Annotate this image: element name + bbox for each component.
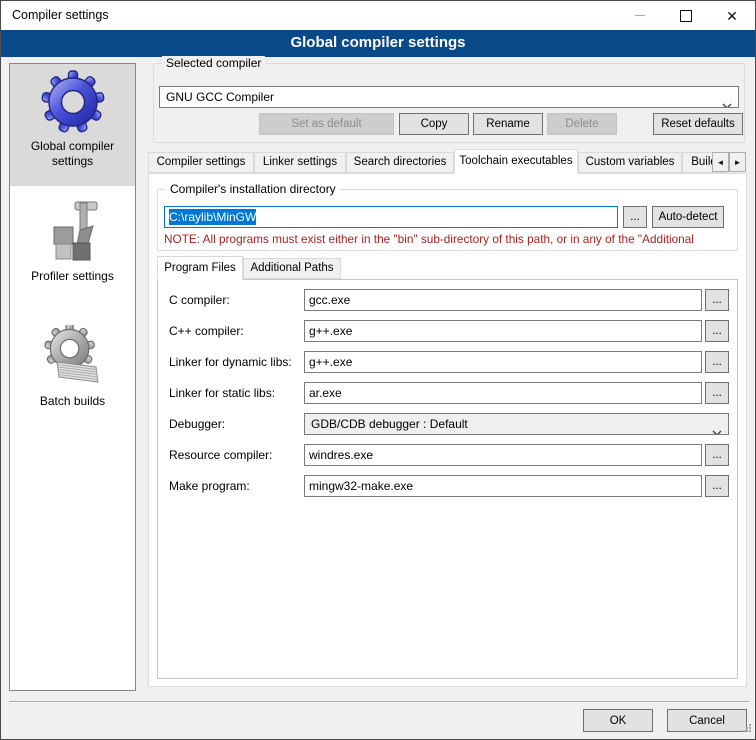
tab-toolchain-executables[interactable]: Toolchain executables	[454, 149, 578, 174]
linker-dynamic-browse-button[interactable]: ...	[705, 351, 729, 373]
close-icon: ✕	[726, 9, 738, 23]
chevron-down-icon	[722, 95, 732, 108]
blue-gear-icon	[41, 70, 105, 137]
make-program-input[interactable]	[304, 475, 702, 497]
sidebar-item-label: Global compiler settings	[10, 137, 135, 175]
cpp-compiler-input[interactable]	[304, 320, 702, 342]
chevron-down-icon	[712, 422, 722, 435]
sidebar-item-profiler-settings[interactable]: Profiler settings	[10, 194, 135, 304]
settings-category-list: Global compiler settings Profiler settin…	[9, 63, 136, 691]
debugger-dropdown[interactable]: GDB/CDB debugger : Default	[304, 413, 729, 435]
delete-button[interactable]: Delete	[547, 113, 617, 135]
maximize-icon	[680, 10, 692, 22]
tab-compiler-settings[interactable]: Compiler settings	[148, 152, 254, 173]
subtab-program-files[interactable]: Program Files	[157, 256, 243, 280]
title-bar[interactable]: Compiler settings ✕	[1, 1, 755, 30]
copy-button[interactable]: Copy	[399, 113, 469, 135]
cancel-button[interactable]: Cancel	[667, 709, 747, 732]
c-compiler-input[interactable]	[304, 289, 702, 311]
c-compiler-label: C compiler:	[169, 289, 230, 311]
rename-button[interactable]: Rename	[473, 113, 543, 135]
window-title: Compiler settings	[12, 1, 109, 30]
page-title: Global compiler settings	[1, 30, 755, 57]
resource-compiler-label: Resource compiler:	[169, 444, 272, 466]
bin-subdirectory-note: NOTE: All programs must exist either in …	[164, 232, 731, 246]
c-compiler-browse-button[interactable]: ...	[705, 289, 729, 311]
installation-directory-input[interactable]: C:\raylib\MinGW	[164, 206, 618, 228]
minimize-button[interactable]	[617, 1, 663, 30]
resource-compiler-browse-button[interactable]: ...	[705, 444, 729, 466]
footer-separator	[9, 701, 749, 703]
installation-directory-group-label: Compiler's installation directory	[166, 182, 340, 196]
debugger-value: GDB/CDB debugger : Default	[311, 417, 468, 431]
tab-search-directories[interactable]: Search directories	[346, 152, 454, 173]
compiler-settings-dialog: Compiler settings ✕ Global compiler sett…	[0, 0, 756, 740]
linker-dynamic-label: Linker for dynamic libs:	[169, 351, 292, 373]
debugger-label: Debugger:	[169, 413, 225, 435]
reset-defaults-button[interactable]: Reset defaults	[653, 113, 743, 135]
linker-static-input[interactable]	[304, 382, 702, 404]
tab-linker-settings[interactable]: Linker settings	[254, 152, 346, 173]
selected-compiler-dropdown[interactable]: GNU GCC Compiler	[159, 86, 739, 108]
tab-custom-variables[interactable]: Custom variables	[578, 152, 682, 173]
cpp-compiler-label: C++ compiler:	[169, 320, 244, 342]
tab-scroll-left-button[interactable]: ◄	[712, 152, 729, 172]
subtab-additional-paths[interactable]: Additional Paths	[243, 258, 341, 279]
sidebar-item-batch-builds[interactable]: Batch builds	[10, 319, 135, 429]
maximize-button[interactable]	[663, 1, 709, 30]
linker-static-label: Linker for static libs:	[169, 382, 275, 404]
gray-gear-stack-icon	[41, 325, 105, 392]
linker-static-browse-button[interactable]: ...	[705, 382, 729, 404]
selected-compiler-group-label: Selected compiler	[162, 56, 265, 70]
auto-detect-button[interactable]: Auto-detect	[652, 206, 724, 228]
installation-directory-browse-button[interactable]: ...	[623, 206, 647, 228]
resource-compiler-input[interactable]	[304, 444, 702, 466]
make-program-label: Make program:	[169, 475, 250, 497]
ok-button[interactable]: OK	[583, 709, 653, 732]
tab-scroll-right-button[interactable]: ►	[729, 152, 746, 172]
window-controls: ✕	[617, 1, 755, 30]
make-program-browse-button[interactable]: ...	[705, 475, 729, 497]
sidebar-item-global-compiler-settings[interactable]: Global compiler settings	[10, 64, 135, 186]
close-button[interactable]: ✕	[709, 1, 755, 30]
caliper-blocks-icon	[41, 200, 105, 267]
sidebar-item-label: Profiler settings	[10, 267, 135, 290]
selected-compiler-value: GNU GCC Compiler	[166, 90, 274, 104]
sidebar-item-label: Batch builds	[10, 392, 135, 415]
minimize-icon	[635, 15, 645, 16]
set-as-default-button[interactable]: Set as default	[259, 113, 394, 135]
resize-grip-icon[interactable]	[742, 722, 752, 736]
cpp-compiler-browse-button[interactable]: ...	[705, 320, 729, 342]
linker-dynamic-input[interactable]	[304, 351, 702, 373]
installation-directory-value: C:\raylib\MinGW	[169, 209, 256, 225]
